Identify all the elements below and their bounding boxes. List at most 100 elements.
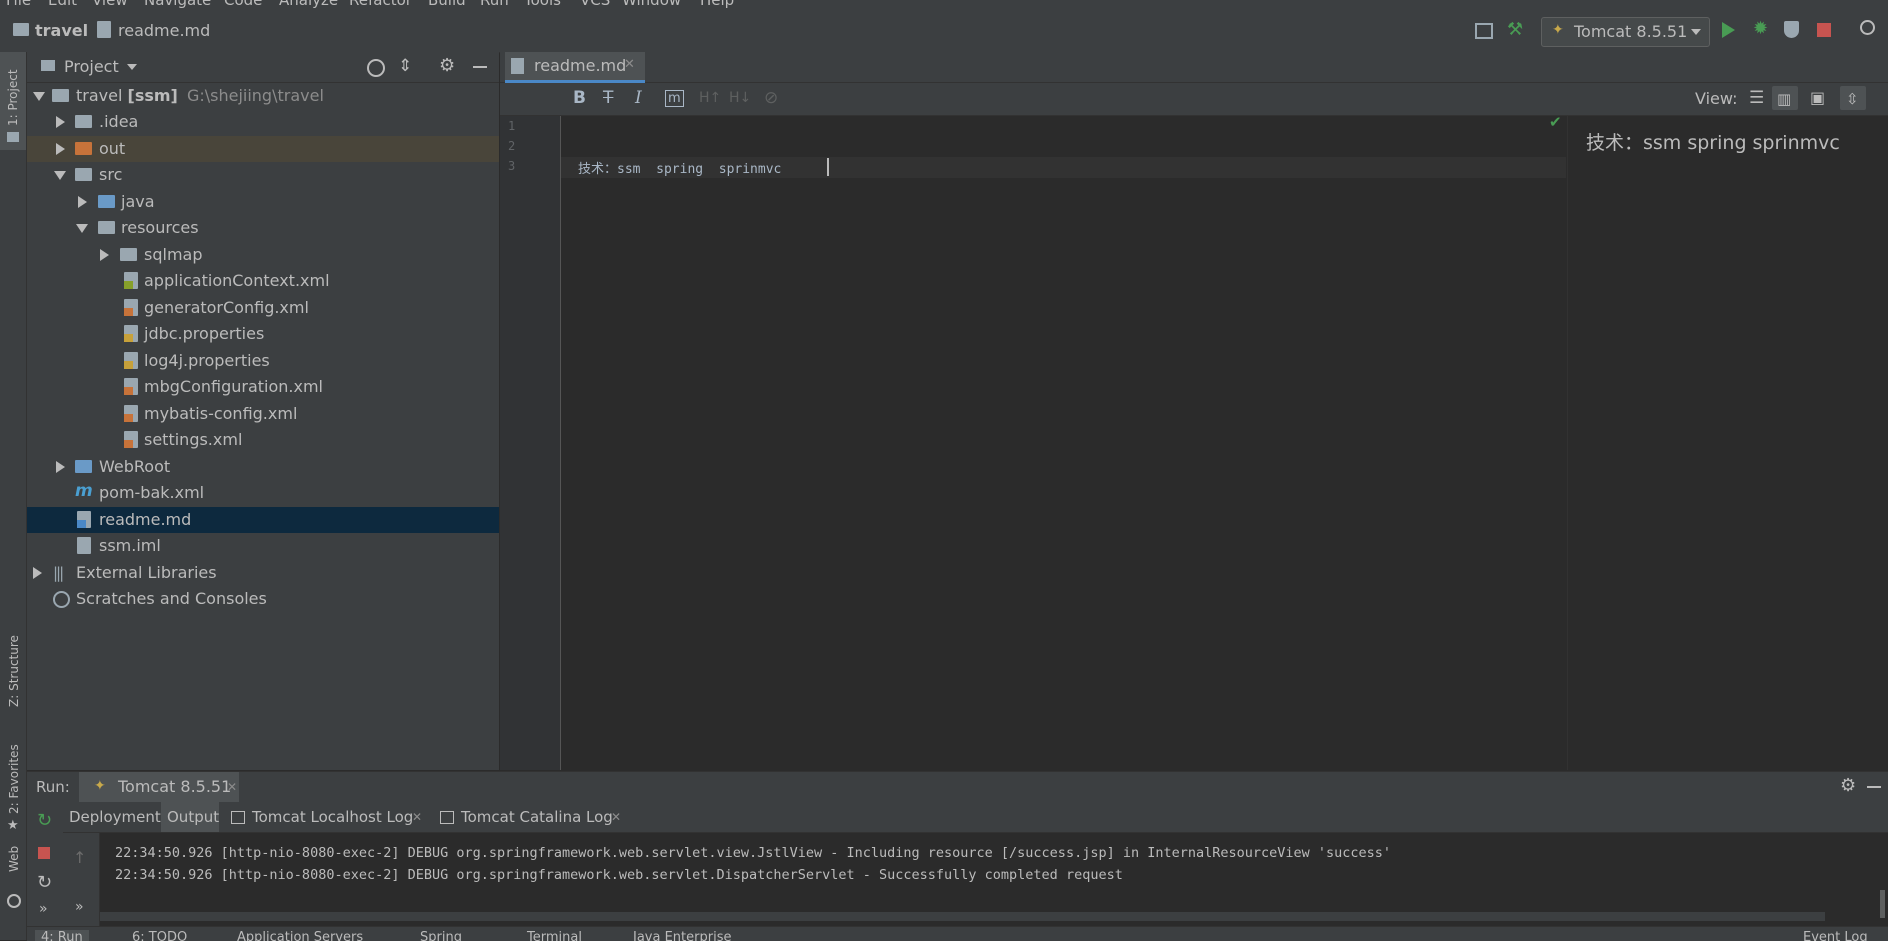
tree-item-sqlmap[interactable]: sqlmap [27, 242, 499, 268]
tree-item-ssm-iml[interactable]: ssm.iml [27, 533, 499, 559]
menu-file[interactable]: File [6, 0, 31, 8]
breadcrumb-project[interactable]: travel [35, 21, 88, 40]
tab-output[interactable]: Output [161, 802, 219, 832]
hide-icon[interactable] [473, 66, 487, 68]
italic-button[interactable]: I [635, 88, 642, 108]
menu-analyze[interactable]: Analyze [279, 0, 338, 8]
gear-icon[interactable]: ⚙ [439, 55, 455, 76]
markdown-editor[interactable] [561, 116, 1566, 770]
menu-window[interactable]: Window [622, 0, 681, 8]
tree-item-settings[interactable]: settings.xml [27, 427, 499, 453]
editor-line-3[interactable]: 技术：ssm spring sprinmvc [578, 158, 781, 177]
tab-tomcat-catalina-log[interactable]: Tomcat Catalina Log [461, 808, 613, 826]
project-tool-button[interactable]: 1: Project [0, 52, 26, 150]
tree-item-resources[interactable]: resources [27, 215, 499, 241]
editor-only-view-icon[interactable]: ☰ [1749, 88, 1764, 108]
project-structure-icon[interactable] [1475, 23, 1493, 39]
collapsed-arrow-icon[interactable] [100, 249, 109, 261]
rerun-icon[interactable]: ↻ [37, 810, 52, 831]
sync-scroll-button[interactable]: ⇳ [1840, 86, 1866, 110]
collapsed-arrow-icon[interactable] [56, 461, 65, 473]
menu-build[interactable]: Build [428, 0, 466, 8]
tab-tomcat-localhost-log[interactable]: Tomcat Localhost Log [252, 808, 413, 826]
tree-item-pom-bak[interactable]: m pom-bak.xml [27, 480, 499, 506]
search-icon[interactable] [1860, 20, 1875, 35]
tree-item-log4j-properties[interactable]: log4j.properties [27, 348, 499, 374]
log-line: 22:34:50.926 [http-nio-8080-exec-2] DEBU… [115, 845, 1392, 861]
expanded-arrow-icon[interactable] [33, 92, 45, 101]
java-enterprise-tool-button[interactable]: Java Enterprise [633, 930, 731, 941]
application-servers-tool-button[interactable]: Application Servers [237, 930, 363, 941]
console-horizontal-scrollbar[interactable] [100, 912, 1825, 921]
bold-button[interactable]: B [573, 88, 586, 108]
more-icon[interactable]: » [39, 901, 48, 917]
tree-item-scratches[interactable]: Scratches and Consoles [27, 586, 499, 612]
tree-item-webroot[interactable]: WebRoot [27, 454, 499, 480]
project-view-title[interactable]: Project [64, 57, 119, 76]
collapsed-arrow-icon[interactable] [56, 116, 65, 128]
strikethrough-button[interactable]: T [603, 88, 613, 108]
menu-tools[interactable]: Tools [524, 0, 561, 8]
collapsed-arrow-icon[interactable] [56, 143, 65, 155]
tree-item-idea[interactable]: .idea [27, 109, 499, 135]
stop-icon[interactable] [38, 847, 50, 859]
tree-item-readme[interactable]: readme.md [27, 507, 499, 533]
gear-icon[interactable]: ⚙ [1840, 775, 1856, 796]
run-tool-button[interactable]: 4: Run [35, 930, 89, 941]
preview-only-view-icon[interactable]: ▣ [1810, 88, 1825, 107]
coverage-icon[interactable] [1784, 21, 1799, 38]
run-icon[interactable] [1722, 22, 1735, 38]
tree-item-mbgconfiguration[interactable]: mbgConfiguration.xml [27, 374, 499, 400]
expanded-arrow-icon[interactable] [54, 171, 66, 180]
menu-view[interactable]: View [92, 0, 128, 8]
expanded-arrow-icon[interactable] [76, 224, 88, 233]
split-view-button[interactable]: ▥ [1772, 86, 1798, 110]
favorites-tool-button[interactable]: 2: Favorites [7, 744, 21, 814]
todo-tool-button[interactable]: 6: TODO [132, 930, 187, 941]
menu-vcs[interactable]: VCS [580, 0, 610, 8]
web-tool-button[interactable]: Web [7, 846, 21, 872]
code-span-button[interactable]: m [665, 90, 684, 107]
menu-edit[interactable]: Edit [48, 0, 77, 8]
menu-help[interactable]: Help [700, 0, 734, 8]
collapsed-arrow-icon[interactable] [78, 196, 87, 208]
collapse-all-icon[interactable]: ⇕ [398, 56, 412, 76]
event-log-tool-button[interactable]: Event Log [1803, 930, 1868, 941]
locate-icon[interactable] [367, 59, 385, 77]
structure-tool-button[interactable]: Z: Structure [7, 635, 21, 707]
breadcrumb-file[interactable]: readme.md [118, 21, 210, 40]
tree-item-out[interactable]: out [27, 136, 499, 162]
close-icon[interactable]: ✕ [611, 810, 621, 824]
menu-code[interactable]: Code [224, 0, 262, 8]
terminal-tool-button[interactable]: Terminal [527, 930, 582, 941]
tab-readme[interactable]: readme.md ✕ [505, 52, 645, 83]
close-icon[interactable]: ✕ [412, 810, 422, 824]
chevron-down-icon[interactable] [127, 64, 137, 70]
close-icon[interactable]: ✕ [624, 57, 635, 72]
hide-icon[interactable] [1867, 786, 1881, 788]
update-icon[interactable]: ↻ [37, 872, 52, 893]
stop-icon[interactable] [1817, 23, 1831, 37]
tree-item-jdbc-properties[interactable]: jdbc.properties [27, 321, 499, 347]
menu-navigate[interactable]: Navigate [144, 0, 211, 8]
close-run-tab-icon[interactable]: ✕ [227, 780, 237, 794]
tree-item-src[interactable]: src [27, 162, 499, 188]
tree-item-applicationcontext[interactable]: applicationContext.xml [27, 268, 499, 294]
tab-deployment[interactable]: Deployment [69, 808, 161, 826]
tree-item-mybatis-config[interactable]: mybatis-config.xml [27, 401, 499, 427]
more-icon[interactable]: » [75, 899, 84, 915]
tree-item-java[interactable]: java [27, 189, 499, 215]
debug-icon[interactable]: ✹ [1753, 18, 1773, 39]
menu-run[interactable]: Run [480, 0, 509, 8]
collapsed-arrow-icon[interactable] [33, 567, 42, 579]
menu-refactor[interactable]: Refactor [349, 0, 412, 8]
globe-icon [7, 894, 21, 908]
tree-item-generatorconfig[interactable]: generatorConfig.xml [27, 295, 499, 321]
tree-item-travel[interactable]: travel [ssm] G:\shejiing\travel [27, 83, 499, 109]
run-config-tab[interactable]: ✦ Tomcat 8.5.51 [79, 772, 239, 802]
run-configuration-select[interactable]: ✦ Tomcat 8.5.51 [1541, 17, 1710, 47]
tree-item-external-libraries[interactable]: ||| External Libraries [27, 560, 499, 586]
build-hammer-icon[interactable]: ⚒ [1507, 19, 1527, 40]
spring-tool-button[interactable]: Spring [420, 930, 462, 941]
console-vertical-scrollbar[interactable] [1880, 890, 1885, 918]
